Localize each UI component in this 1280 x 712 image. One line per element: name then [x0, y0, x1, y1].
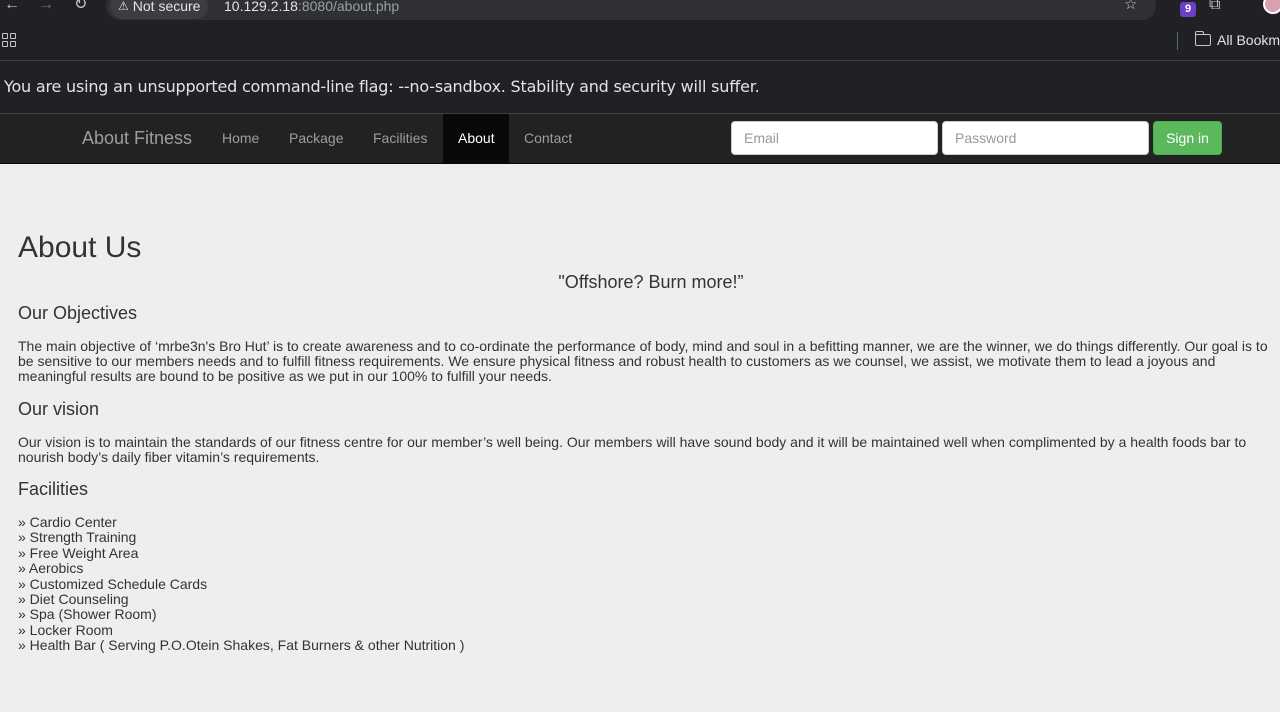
nav-contact[interactable]: Contact — [509, 114, 587, 163]
list-item: » Health Bar ( Serving P.O.Otein Shakes,… — [18, 637, 465, 654]
bookmarks-divider — [1177, 32, 1178, 50]
list-item: » Locker Room — [18, 621, 113, 638]
nav-package[interactable]: Package — [274, 114, 358, 163]
bookmarks-bar: All Bookmarks — [0, 24, 1280, 60]
browser-toolbar: ← → ↻ ⚠ Not secure 10.129.2.18:8080/abou… — [0, 0, 1280, 24]
apps-grid-icon[interactable] — [2, 33, 16, 47]
sign-in-button[interactable]: Sign in — [1153, 121, 1222, 155]
back-arrow-icon[interactable]: ← — [4, 0, 20, 14]
list-item: » Free Weight Area — [18, 544, 139, 561]
slogan: "Offshore? Burn more!” — [558, 272, 744, 292]
bookmark-star-icon[interactable]: ☆ — [1124, 0, 1137, 13]
security-label: Not secure — [132, 0, 201, 14]
navbar-brand[interactable]: About Fitness — [82, 114, 192, 164]
list-item: » Diet Counseling — [18, 591, 129, 608]
site-navbar: About Fitness Home Package Facilities Ab… — [0, 114, 1280, 164]
address-bar[interactable]: ⚠ Not secure 10.129.2.18:8080/about.php … — [106, 0, 1156, 20]
list-item: » Cardio Center — [18, 514, 117, 530]
security-chip[interactable]: ⚠ Not secure — [110, 0, 209, 19]
facilities-list: » Cardio Center » Strength Training » Fr… — [18, 514, 465, 654]
extensions-puzzle-icon[interactable]: ⧉ — [1209, 0, 1220, 14]
forward-arrow-icon[interactable]: → — [38, 0, 54, 14]
all-bookmarks-label: All Bookmarks — [1217, 32, 1280, 48]
nav-home[interactable]: Home — [207, 114, 274, 163]
password-field[interactable] — [942, 121, 1149, 155]
extension-badge[interactable]: 9 — [1180, 2, 1196, 17]
list-item: » Strength Training — [18, 529, 137, 546]
list-item: » Aerobics — [18, 560, 84, 577]
folder-icon — [1194, 31, 1211, 46]
objectives-text: The main objective of ‘mrbe3n's Bro Hut’… — [18, 338, 1268, 384]
sandbox-warning-infobar: You are using an unsupported command-lin… — [0, 60, 1280, 114]
list-item: » Customized Schedule Cards — [18, 575, 208, 592]
vision-heading: Our vision — [18, 399, 100, 419]
profile-avatar[interactable] — [1263, 0, 1280, 14]
all-bookmarks-folder[interactable]: All Bookmarks — [1194, 31, 1280, 48]
nav-about[interactable]: About — [443, 114, 509, 163]
objectives-heading: Our Objectives — [18, 303, 138, 323]
url-host: 10.129.2.18 — [224, 0, 298, 14]
facilities-heading: Facilities — [18, 479, 89, 499]
page-title: About Us — [18, 231, 142, 264]
email-field[interactable] — [731, 121, 938, 155]
url-text[interactable]: 10.129.2.18:8080/about.php — [224, 0, 399, 14]
url-path: :8080/about.php — [297, 0, 400, 14]
list-item: » Spa (Shower Room) — [18, 606, 157, 623]
warning-triangle-icon: ⚠ — [118, 0, 129, 13]
nav-facilities[interactable]: Facilities — [358, 114, 442, 163]
reload-icon[interactable]: ↻ — [74, 0, 87, 14]
vision-text: Our vision is to maintain the standards … — [18, 434, 1247, 465]
